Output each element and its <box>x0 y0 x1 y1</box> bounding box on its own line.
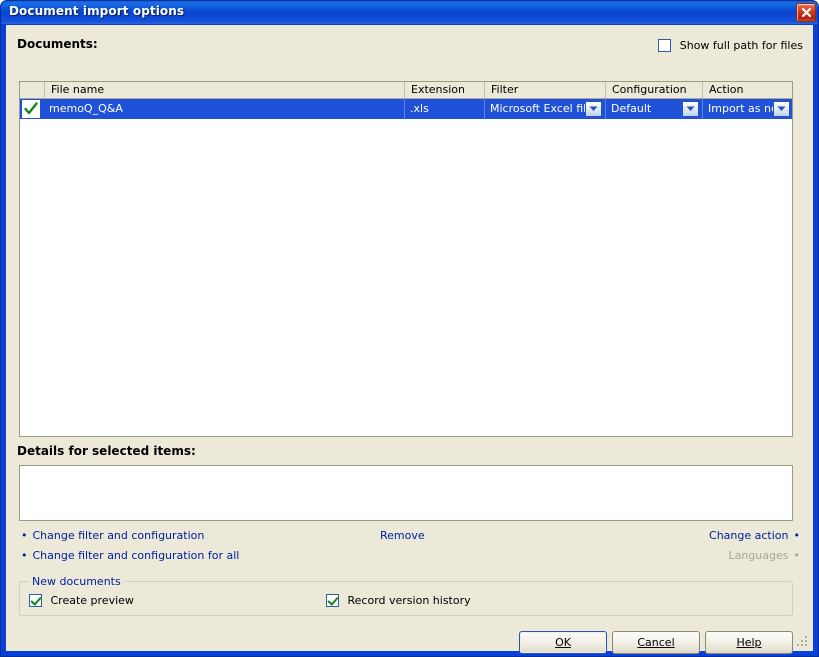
help-button-label: Help <box>736 636 762 649</box>
record-version-history-label: Record version history <box>347 593 471 607</box>
details-label: Details for selected items: <box>17 444 196 458</box>
show-full-path-label: Show full path for files <box>679 38 803 52</box>
documents-label: Documents: <box>17 37 98 51</box>
column-header-action[interactable]: Action <box>702 82 792 98</box>
column-header-file-name[interactable]: File name <box>44 82 404 98</box>
change-filter-and-configuration-link[interactable]: Change filter and configuration <box>21 529 205 542</box>
new-documents-groupbox: New documents Create preview Record vers… <box>19 575 793 616</box>
action-dropdown-chevron-down-icon[interactable] <box>773 101 790 117</box>
column-header-configuration[interactable]: Configuration <box>605 82 702 98</box>
filter-dropdown-chevron-down-icon[interactable] <box>585 101 602 117</box>
details-textbox[interactable] <box>19 465 793 521</box>
list-header-row: File name Extension Filter Configuration… <box>20 82 792 99</box>
column-header-filter[interactable]: Filter <box>484 82 605 98</box>
documents-list[interactable]: File name Extension Filter Configuration… <box>19 81 793 437</box>
record-version-history-row[interactable]: Record version history <box>326 593 471 607</box>
close-icon[interactable] <box>796 3 816 22</box>
column-header-check[interactable] <box>20 82 44 98</box>
ok-button-label: OK <box>555 636 571 649</box>
create-preview-row[interactable]: Create preview <box>29 593 134 607</box>
create-preview-checkbox[interactable] <box>29 593 42 607</box>
show-full-path-checkbox[interactable] <box>658 38 672 52</box>
languages-link: Languages <box>728 549 800 562</box>
document-import-options-dialog: Document import options Documents: Show … <box>0 0 819 657</box>
resize-grip[interactable] <box>797 636 809 648</box>
new-documents-caption: New documents <box>29 575 124 588</box>
show-full-path-row[interactable]: Show full path for files <box>658 38 803 52</box>
window-title: Document import options <box>9 4 185 18</box>
help-button[interactable]: Help <box>705 631 793 654</box>
cancel-button[interactable]: Cancel <box>612 631 700 654</box>
title-bar: Document import options <box>1 1 818 24</box>
row-selected-check-icon[interactable] <box>22 100 40 118</box>
record-version-history-checkbox[interactable] <box>326 593 339 607</box>
dialog-body: Documents: Show full path for files File… <box>5 24 814 654</box>
cell-extension[interactable]: .xls <box>404 99 484 119</box>
cell-file-name[interactable]: memoQ_Q&A <box>44 99 404 119</box>
create-preview-label: Create preview <box>50 593 134 607</box>
configuration-dropdown-chevron-down-icon[interactable] <box>682 101 699 117</box>
change-action-link[interactable]: Change action <box>709 529 800 542</box>
ok-button[interactable]: OK <box>519 631 607 654</box>
remove-link[interactable]: Remove <box>380 529 425 542</box>
column-header-extension[interactable]: Extension <box>404 82 484 98</box>
change-filter-and-configuration-for-all-link[interactable]: Change filter and configuration for all <box>21 549 240 562</box>
table-row[interactable]: memoQ_Q&A .xls Microsoft Excel filter De… <box>20 99 792 119</box>
cancel-button-label: Cancel <box>637 636 675 649</box>
